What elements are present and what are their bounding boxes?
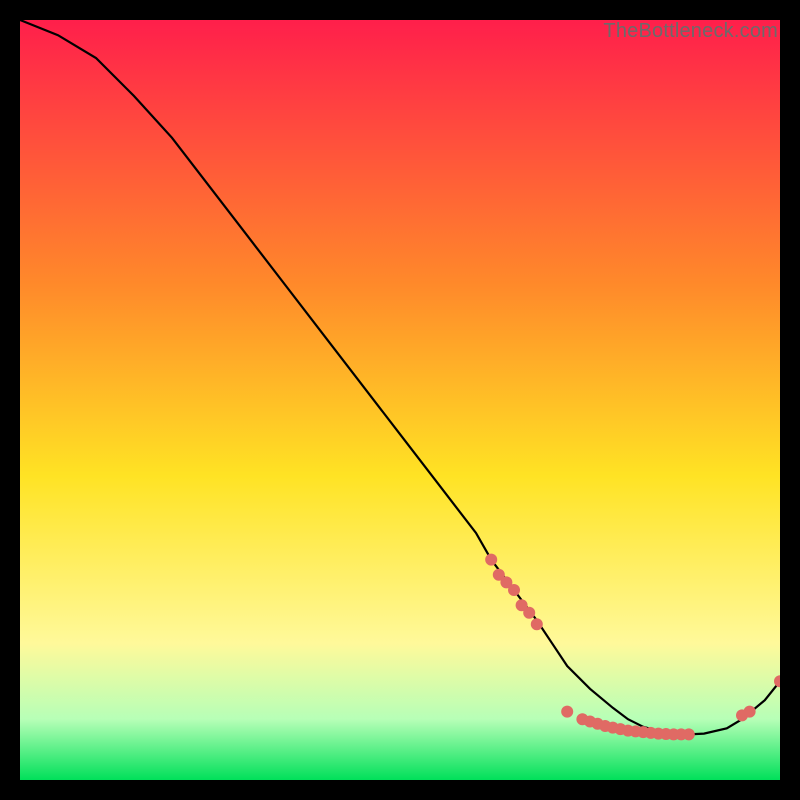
chart-plot-area: [20, 20, 780, 780]
watermark-text: TheBottleneck.com: [603, 20, 778, 43]
gradient-background: [20, 20, 780, 780]
data-marker: [485, 554, 497, 566]
data-marker: [508, 584, 520, 596]
data-marker: [523, 607, 535, 619]
data-marker: [531, 618, 543, 630]
data-marker: [744, 706, 756, 718]
chart-svg: [20, 20, 780, 780]
chart-frame: TheBottleneck.com: [20, 20, 780, 780]
data-marker: [683, 728, 695, 740]
data-marker: [561, 706, 573, 718]
